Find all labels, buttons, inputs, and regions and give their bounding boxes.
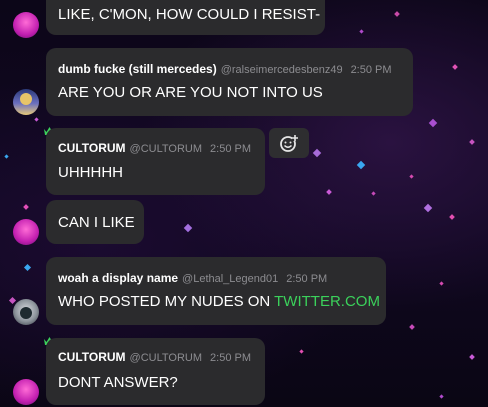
avatar[interactable] bbox=[13, 299, 39, 325]
message-text: CAN I LIKE bbox=[58, 214, 135, 231]
message-text: UHHHHH bbox=[58, 164, 123, 181]
message-bubble[interactable]: CULTORUM @CULTORUM 2:50 PM UHHHHH bbox=[46, 128, 265, 195]
timestamp: 2:50 PM bbox=[350, 64, 392, 76]
timestamp: 2:50 PM bbox=[210, 143, 251, 155]
message-header: CULTORUM @CULTORUM 2:50 PM bbox=[58, 141, 251, 155]
message-link[interactable]: TWITTER.COM bbox=[274, 293, 380, 310]
avatar[interactable] bbox=[13, 379, 39, 405]
avatar[interactable] bbox=[13, 12, 39, 38]
message-header: CULTORUM @CULTORUM 2:50 PM bbox=[58, 350, 251, 364]
message-bubble[interactable]: CAN I LIKE bbox=[46, 200, 144, 244]
message-text-prefix: WHO POSTED MY NUDES ON bbox=[58, 293, 275, 310]
username[interactable]: CULTORUM bbox=[58, 141, 126, 155]
message-header: dumb fucke (still mercedes) @ralseimerced… bbox=[58, 62, 392, 76]
user-handle: @CULTORUM bbox=[129, 143, 203, 155]
message-bubble[interactable]: woah a display name @Lethal_Legend01 2:50 … bbox=[46, 257, 386, 325]
message-text: LIKE, C'MON, HOW COULD I RESIST- bbox=[58, 6, 321, 23]
timestamp: 2:50 PM bbox=[210, 352, 251, 364]
avatar[interactable] bbox=[13, 219, 39, 245]
add-reaction-button[interactable] bbox=[269, 128, 309, 158]
user-handle: @CULTORUM bbox=[129, 352, 203, 364]
message-bubble[interactable]: dumb fucke (still mercedes) @ralseimerced… bbox=[46, 48, 413, 116]
username[interactable]: dumb fucke (still mercedes) bbox=[58, 62, 217, 76]
message-text: ARE YOU OR ARE YOU NOT INTO US bbox=[58, 84, 323, 101]
timestamp: 2:50 PM bbox=[286, 273, 328, 285]
message-header: woah a display name @Lethal_Legend01 2:50 … bbox=[58, 271, 327, 285]
message-text: DONT ANSWER? bbox=[58, 374, 178, 391]
message-bubble[interactable]: CULTORUM @CULTORUM 2:50 PM DONT ANSWER? bbox=[46, 338, 265, 405]
avatar[interactable] bbox=[13, 89, 39, 115]
message-text: WHO POSTED MY NUDES ON TWITTER.COM bbox=[58, 293, 380, 310]
add-reaction-icon bbox=[280, 135, 298, 152]
username[interactable]: CULTORUM bbox=[58, 350, 126, 364]
user-handle: @Lethal_Legend01 bbox=[182, 273, 279, 285]
user-handle: @ralseimercedesbenz49 bbox=[220, 64, 343, 76]
username[interactable]: woah a display name bbox=[58, 271, 178, 285]
message-bubble[interactable]: LIKE, C'MON, HOW COULD I RESIST- bbox=[46, 0, 325, 35]
